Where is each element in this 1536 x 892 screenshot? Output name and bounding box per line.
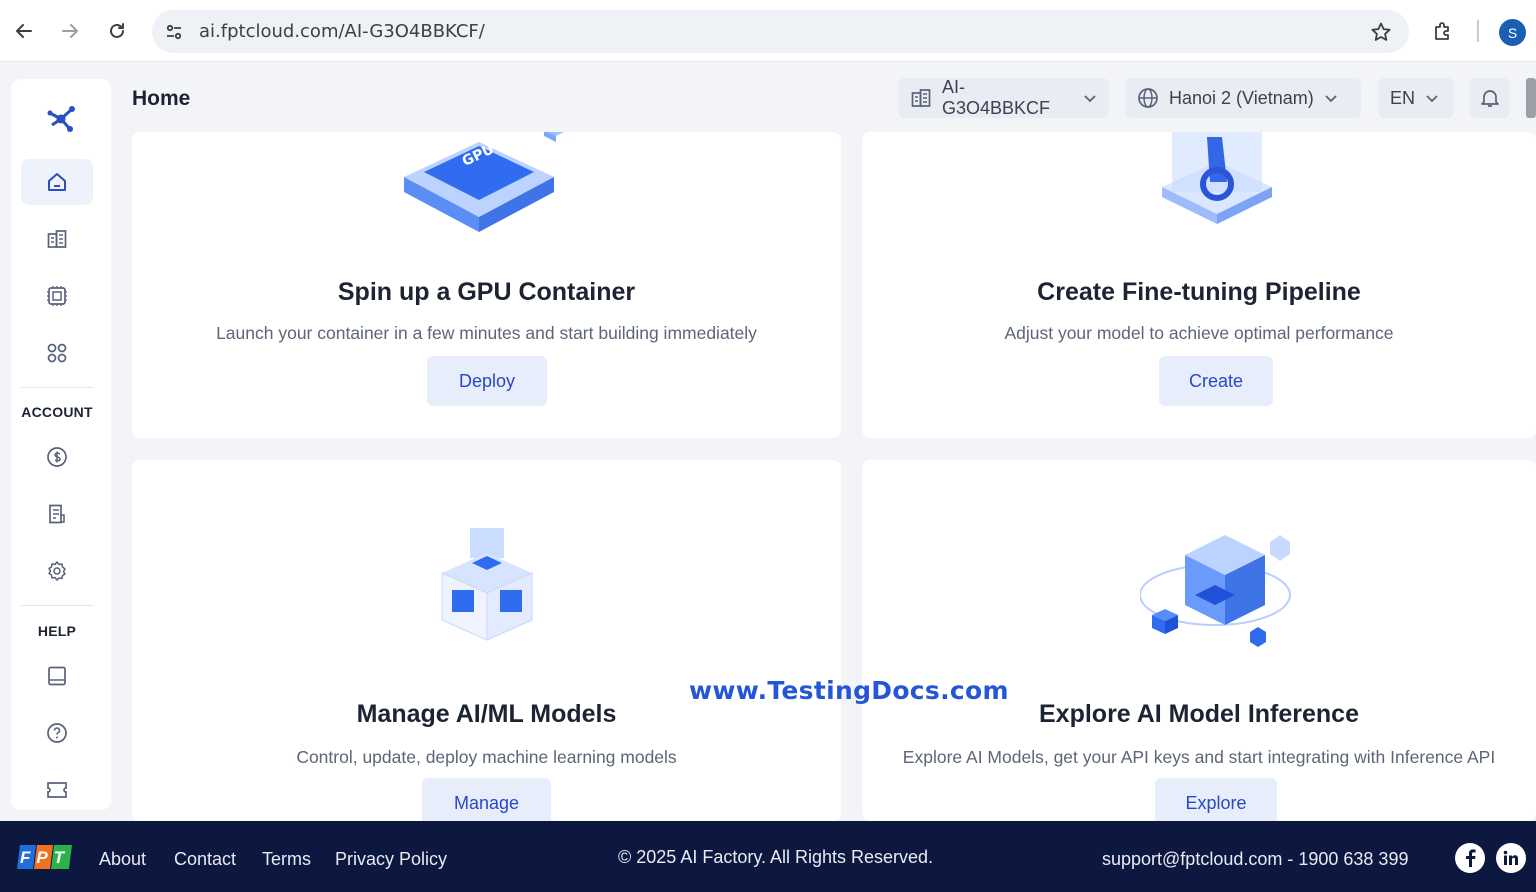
bell-icon: [1481, 90, 1499, 107]
sidebar-heading-help: HELP: [37, 623, 77, 639]
model-cube-illustration: [422, 528, 552, 648]
create-button[interactable]: Create: [1159, 356, 1273, 406]
fine-tuning-illustration: [1152, 132, 1282, 237]
apps-grid-icon: [47, 343, 67, 363]
notifications-button[interactable]: [1470, 78, 1510, 118]
card-description: Explore AI Models, get your API keys and…: [902, 747, 1496, 767]
fpt-logo-text: FPT: [20, 848, 70, 867]
sidebar-item-docs[interactable]: [21, 653, 93, 699]
sidebar-item-dashboard[interactable]: [21, 216, 93, 262]
toolbar-separator: [1477, 20, 1479, 42]
explore-button[interactable]: Explore: [1155, 778, 1277, 821]
site-settings-icon[interactable]: [162, 20, 186, 44]
card-description: Control, update, deploy machine learning…: [296, 747, 677, 767]
project-select-value: AI-G3O4BBKCF: [942, 77, 1051, 118]
sidebar-divider: [21, 387, 93, 388]
deploy-button[interactable]: Deploy: [427, 356, 547, 406]
footer-link-about[interactable]: About: [99, 849, 146, 870]
footer-link-contact[interactable]: Contact: [174, 849, 236, 870]
fpt-logo[interactable]: FPT: [16, 843, 74, 871]
page-title: Home: [132, 87, 191, 110]
footer: FPT About Contact Terms Privacy Policy ©…: [0, 821, 1536, 892]
region-select-value: Hanoi 2 (Vietnam): [1169, 87, 1314, 108]
sidebar-heading-account: ACCOUNT: [21, 404, 93, 420]
document-icon: [49, 504, 65, 524]
sidebar: ACCOUNT HELP: [11, 79, 111, 810]
sidebar-divider: [21, 605, 93, 606]
url-text[interactable]: ai.fptcloud.com/AI-G3O4BBKCF/: [199, 21, 485, 42]
linkedin-icon[interactable]: [1496, 843, 1526, 873]
bookmark-star-icon[interactable]: [1369, 20, 1393, 44]
sidebar-item-invoices[interactable]: [21, 491, 93, 537]
sidebar-item-settings[interactable]: [21, 548, 93, 594]
card-description: Adjust your model to achieve optimal per…: [1004, 323, 1394, 343]
building-icon: [47, 230, 67, 248]
profile-avatar[interactable]: S: [1499, 19, 1526, 46]
gear-icon: [48, 561, 66, 581]
chevron-down-icon: [1324, 91, 1338, 105]
explore-inference-card: Explore AI Model Inference Explore AI Mo…: [862, 460, 1536, 821]
sidebar-item-home[interactable]: [21, 159, 93, 205]
facebook-icon[interactable]: [1455, 843, 1485, 873]
scrollbar-thumb[interactable]: [1526, 78, 1536, 118]
browser-toolbar: ai.fptcloud.com/AI-G3O4BBKCF/ S: [0, 0, 1536, 62]
chevron-down-icon: [1083, 91, 1097, 105]
region-select[interactable]: Hanoi 2 (Vietnam): [1125, 78, 1361, 118]
address-bar[interactable]: ai.fptcloud.com/AI-G3O4BBKCF/: [152, 10, 1409, 53]
card-description: Launch your container in a few minutes a…: [216, 323, 757, 343]
inference-cube-illustration: [1139, 530, 1300, 655]
sidebar-item-help[interactable]: [21, 710, 93, 756]
language-select-value: EN: [1390, 87, 1416, 108]
manage-models-card: Manage AI/ML Models Control, update, dep…: [132, 460, 841, 821]
ticket-icon: [47, 782, 67, 798]
book-icon: [48, 666, 66, 686]
chip-icon: [47, 286, 67, 306]
footer-link-privacy[interactable]: Privacy Policy: [335, 849, 447, 870]
fine-tuning-card: Create Fine-tuning Pipeline Adjust your …: [862, 132, 1536, 438]
watermark-text: www.TestingDocs.com: [689, 676, 1009, 705]
footer-support-contact[interactable]: support@fptcloud.com - 1900 638 399: [1102, 849, 1408, 870]
dollar-circle-icon: [47, 447, 67, 467]
building-icon: [911, 89, 931, 107]
top-bar: Home AI-G3O4BBKCF Hanoi 2 (Vietnam) EN: [112, 62, 1536, 132]
gpu-chip-illustration: GPU: [394, 132, 574, 242]
sidebar-item-apps[interactable]: [21, 330, 93, 376]
chevron-down-icon: [1425, 91, 1439, 105]
reload-icon[interactable]: [102, 16, 132, 46]
back-icon[interactable]: [9, 16, 39, 46]
card-title: Create Fine-tuning Pipeline: [1037, 278, 1361, 306]
language-select[interactable]: EN: [1378, 78, 1454, 118]
question-circle-icon: [47, 723, 67, 743]
forward-icon[interactable]: [55, 16, 85, 46]
footer-copyright: © 2025 AI Factory. All Rights Reserved.: [618, 847, 934, 867]
gpu-container-card: GPU Spin up a GPU Container Launch your …: [132, 132, 841, 438]
globe-icon: [1138, 88, 1158, 108]
manage-button[interactable]: Manage: [422, 778, 551, 821]
project-select[interactable]: AI-G3O4BBKCF: [898, 77, 1109, 118]
sidebar-item-billing[interactable]: [21, 434, 93, 480]
home-icon: [48, 173, 66, 191]
sidebar-item-gpu[interactable]: [21, 273, 93, 319]
sidebar-item-support[interactable]: [21, 767, 93, 810]
extensions-icon[interactable]: [1430, 18, 1456, 44]
footer-link-terms[interactable]: Terms: [262, 849, 311, 870]
ai-factory-logo-icon[interactable]: [44, 101, 78, 135]
card-title: Spin up a GPU Container: [337, 278, 636, 306]
